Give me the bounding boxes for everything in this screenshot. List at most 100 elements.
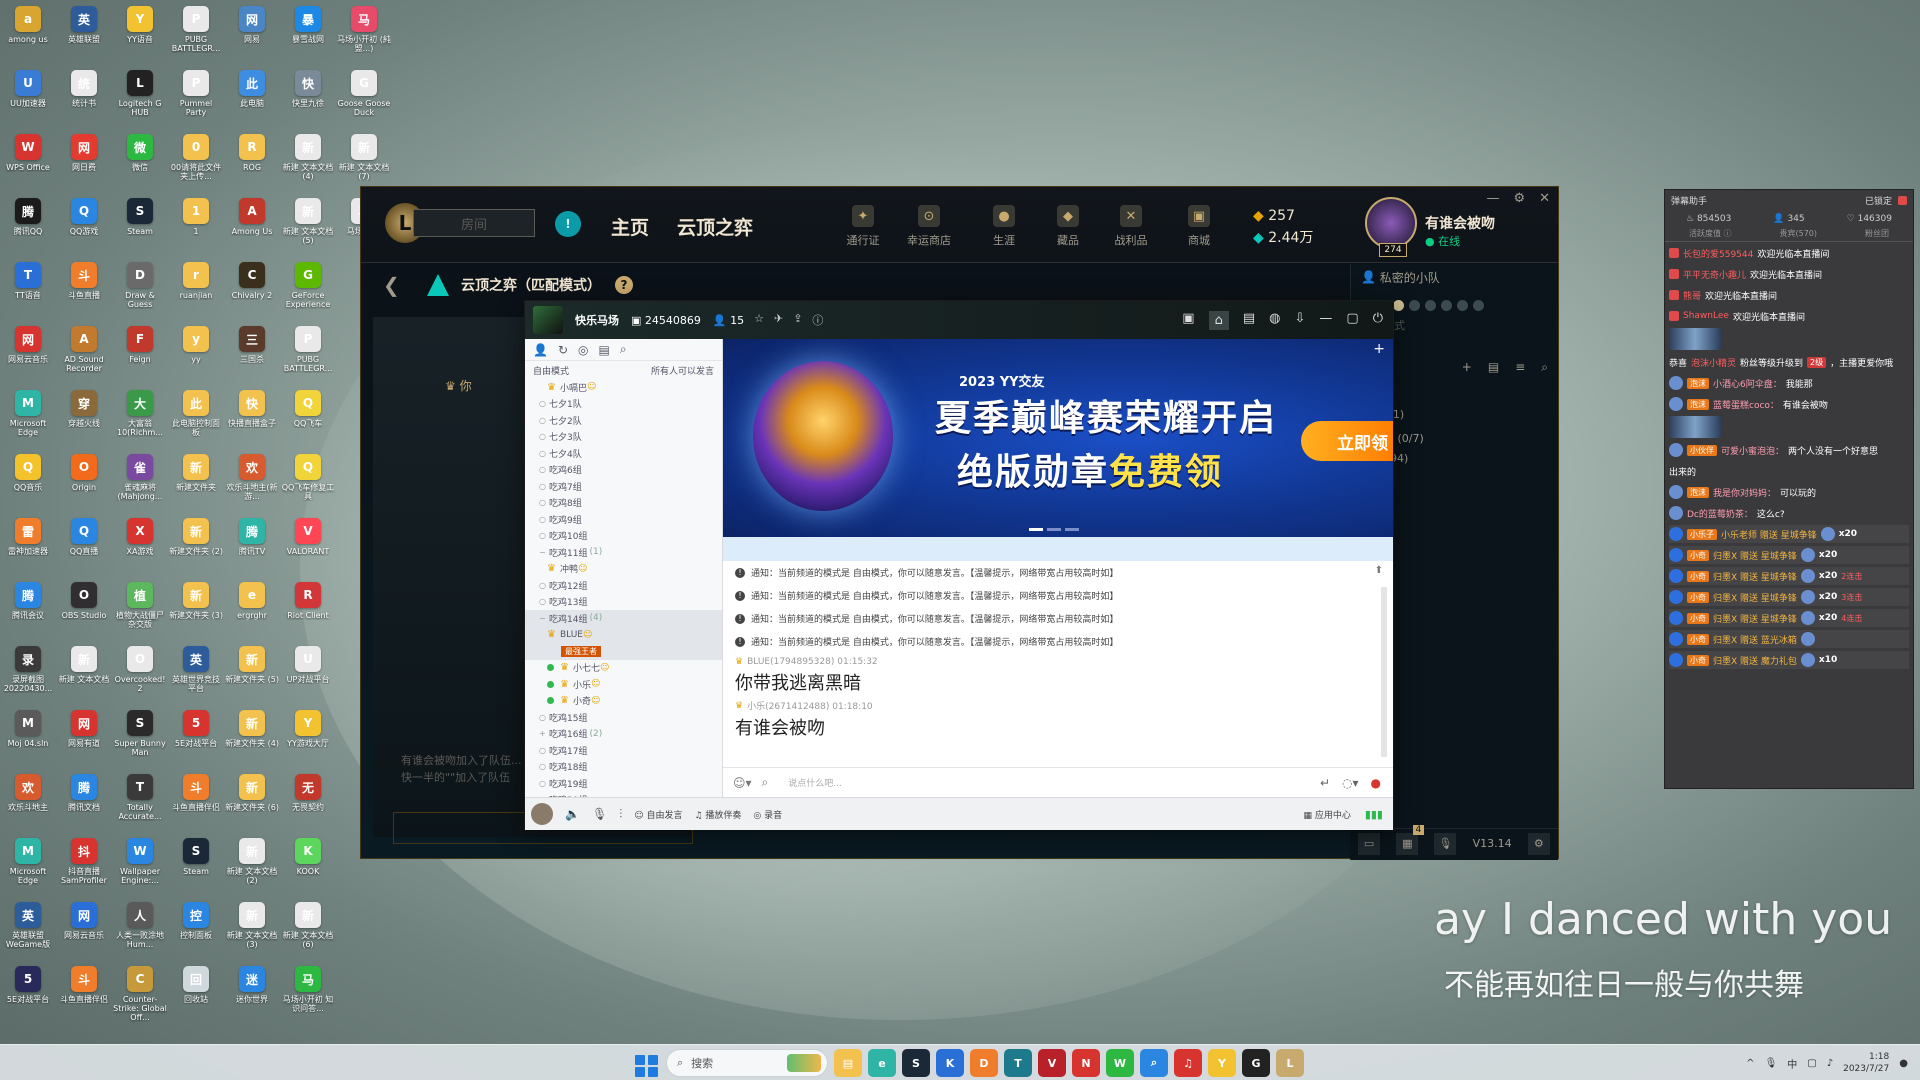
desktop-icon[interactable]: A AD Sound Recorder — [56, 322, 112, 386]
channel-tree-row[interactable]: ○ 吃鸡12组 — [525, 577, 722, 594]
desktop-icon[interactable]: 腾腾讯文档 — [56, 770, 112, 834]
desktop-icon[interactable]: Q QQ飞车修复工具 — [280, 450, 336, 514]
lol-nav-item[interactable]: ✦ 通行证 — [833, 205, 893, 248]
desktop-icon[interactable]: Q QQ游戏 — [56, 194, 112, 258]
channel-tree-row[interactable]: ○ 吃鸡13组 — [525, 594, 722, 611]
expand-icon[interactable]: + — [539, 729, 549, 738]
desktop-icon[interactable]: a among us — [0, 2, 56, 66]
netease-icon[interactable]: N — [1072, 1049, 1100, 1077]
mic-icon[interactable]: 🎙 — [592, 807, 607, 821]
channel-tree-row[interactable]: ♛ 小嗝巴 ☺ — [525, 379, 722, 396]
desktop-icon[interactable]: 新新建 文本文档 (3) — [224, 898, 280, 962]
desktop-icon[interactable]: 新新建文件夹 (4) — [224, 706, 280, 770]
chat-scrollbar[interactable] — [1381, 587, 1387, 757]
expand-icon[interactable]: ○ — [539, 713, 549, 722]
emoji-icon[interactable]: ☺▾ — [733, 776, 752, 790]
desktop-icon[interactable]: 新新建 文本文档 (5) — [280, 194, 336, 258]
channel-avatar[interactable] — [533, 306, 563, 334]
desktop-icon[interactable]: U UP对战平台 — [280, 642, 336, 706]
lol-nav-home[interactable]: 主页 — [611, 213, 649, 240]
avatar[interactable] — [1365, 197, 1417, 249]
tray-overflow-icon[interactable]: ^ — [1746, 1058, 1754, 1069]
banner-add-icon[interactable]: + — [1373, 341, 1385, 357]
expand-icon[interactable]: ○ — [539, 449, 549, 458]
channel-tree-row[interactable]: ♛ 冲鸭 ☺ — [525, 561, 722, 578]
desktop-icon[interactable]: O Origin — [56, 450, 112, 514]
gear-icon[interactable]: ⚙ — [1513, 191, 1525, 206]
board-icon[interactable]: ▤ — [1243, 311, 1255, 330]
expand-icon[interactable]: ○ — [539, 581, 549, 590]
mixer-icon[interactable]: ⫶ — [619, 807, 622, 822]
expand-icon[interactable]: ○ — [539, 432, 549, 441]
desktop-icon[interactable]: 新新建文件夹 (6) — [224, 770, 280, 834]
lock-icon[interactable] — [1898, 195, 1907, 205]
screen-share-icon[interactable]: ▣ — [1182, 311, 1194, 330]
lol-nav-item[interactable]: ⊙ 幸运商店 — [899, 205, 959, 248]
desktop-icon[interactable]: Y YY游戏大厅 — [280, 706, 336, 770]
channel-tree-row[interactable]: ○ 七夕3队 — [525, 429, 722, 446]
desktop-icon[interactable]: V VALORANT — [280, 514, 336, 578]
lol-alert-icon[interactable]: ! — [555, 211, 581, 237]
desktop-icon[interactable]: P Pummel Party — [168, 66, 224, 130]
desktop-icon[interactable]: 腾腾讯QQ — [0, 194, 56, 258]
add-friend-icon[interactable]: + — [1462, 360, 1472, 374]
kook-icon[interactable]: K — [936, 1049, 964, 1077]
speaker-icon[interactable]: 🔈 — [565, 807, 580, 821]
desktop-icon[interactable]: Q QQ飞车 — [280, 386, 336, 450]
desktop-icon[interactable]: 三三国杀 — [224, 322, 280, 386]
desktop-icon[interactable]: 网网日费 — [56, 130, 112, 194]
desktop-icon[interactable]: G GeForce Experience — [280, 258, 336, 322]
tab-vip[interactable]: 贵宾(570) — [1780, 228, 1818, 241]
lol-nav-item[interactable]: ◆ 藏品 — [1038, 205, 1098, 248]
search-app-icon[interactable]: ⌕ — [1140, 1049, 1168, 1077]
desktop-icon[interactable]: 斗斗鱼直播 — [56, 258, 112, 322]
tab-fans[interactable]: 粉丝团 — [1865, 228, 1889, 241]
search-icon[interactable]: ⌕ — [762, 775, 769, 790]
music-icon[interactable]: ♫ — [1174, 1049, 1202, 1077]
desktop-icon[interactable]: 此此电脑控制面板 — [168, 386, 224, 450]
lol-icon[interactable]: L — [1276, 1049, 1304, 1077]
lol-nav-item[interactable]: ● 生涯 — [974, 205, 1034, 248]
minimize-icon[interactable]: — — [1486, 191, 1499, 206]
valorant-icon[interactable]: V — [1038, 1049, 1066, 1077]
desktop-icon[interactable]: M Microsoft Edge — [0, 386, 56, 450]
pin-icon[interactable]: ⬆ — [1375, 565, 1383, 576]
lol-currency[interactable]: ◆ 257 ◆ 2.44万 — [1253, 205, 1313, 249]
desktop-icon[interactable]: 抖抖音直播 SamProfiler — [56, 834, 112, 898]
power-icon[interactable]: ⏻ — [1373, 311, 1383, 330]
desktop-icon[interactable]: T TT语音 — [0, 258, 56, 322]
desktop-icon[interactable]: 0 00请将此文件夹上传... — [168, 130, 224, 194]
yy-icon[interactable]: Y — [1208, 1049, 1236, 1077]
wechat-icon[interactable]: W — [1106, 1049, 1134, 1077]
channel-tree-row[interactable]: ♛ 小乐 ☺ — [525, 676, 722, 693]
desktop-icon[interactable]: 网网易有道 — [56, 706, 112, 770]
channel-tree-row[interactable]: ○ 吃鸡9组 — [525, 511, 722, 528]
help-icon[interactable]: ? — [615, 276, 633, 294]
desktop-icon[interactable]: F Feign — [112, 322, 168, 386]
expand-icon[interactable]: ○ — [539, 746, 549, 755]
tab-activity[interactable]: 活跃度值 ⓘ — [1689, 228, 1732, 241]
lol-nav-item[interactable]: ▣ 商城 — [1169, 205, 1229, 248]
record-icon[interactable]: ● — [1371, 776, 1381, 790]
expand-icon[interactable]: ○ — [539, 779, 549, 788]
maximize-icon[interactable]: ▢ — [1346, 311, 1358, 330]
desktop-icon[interactable]: 植植物大战僵尸杂交版 — [112, 578, 168, 642]
desktop-icon[interactable]: 雀雀魂麻将(Mahjong... — [112, 450, 168, 514]
chat-input[interactable]: 说点什么吧... — [788, 776, 842, 789]
desktop-icon[interactable]: 新新建 文本文档 — [56, 642, 112, 706]
desktop-icon[interactable]: Y YY语音 — [112, 2, 168, 66]
desktop-icon[interactable]: 大大富翁10(Richm... — [112, 386, 168, 450]
desktop-icon[interactable]: U UU加速器 — [0, 66, 56, 130]
desktop-icon[interactable]: O OBS Studio — [56, 578, 112, 642]
desktop-icon[interactable]: 网网易 — [224, 2, 280, 66]
desktop-icon[interactable]: R Riot Client — [280, 578, 336, 642]
douyu-icon[interactable]: D — [970, 1049, 998, 1077]
desktop-icon[interactable]: 雷雷神加速器 — [0, 514, 56, 578]
desktop-icon[interactable]: 新新建文件夹 (5) — [224, 642, 280, 706]
expand-icon[interactable]: − — [539, 548, 549, 557]
desktop-icon[interactable]: L Logitech G HUB — [112, 66, 168, 130]
desktop-icon[interactable]: 回回收站 — [168, 962, 224, 1026]
desktop-icon[interactable]: T Totally Accurate... — [112, 770, 168, 834]
desktop-icon[interactable]: 控控制面板 — [168, 898, 224, 962]
desktop-icon[interactable]: 新新建文件夹 — [168, 450, 224, 514]
